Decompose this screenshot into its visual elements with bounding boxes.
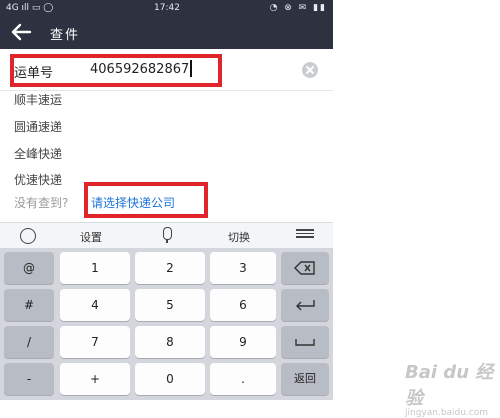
key-plus[interactable]: +: [60, 363, 130, 395]
space-key[interactable]: [281, 326, 329, 358]
suggestion-item[interactable]: 圆通速递: [0, 113, 333, 139]
backspace-key[interactable]: [281, 252, 329, 284]
suggestion-label: 顺丰速运: [14, 93, 63, 107]
backspace-icon: [294, 261, 315, 275]
watermark: Bai du 经验 jingyan.baidu.com: [405, 358, 500, 418]
microphone-stem: [166, 239, 168, 243]
highlight-box-courier: [84, 182, 208, 218]
key-minus[interactable]: -: [4, 363, 54, 395]
suggestion-item[interactable]: 全峰快递: [0, 140, 333, 166]
suggestion-item[interactable]: 顺丰速运: [0, 86, 333, 112]
emoji-icon[interactable]: [20, 228, 36, 244]
space-icon: [295, 339, 315, 346]
key-9[interactable]: 9: [210, 326, 276, 358]
key-6[interactable]: 6: [210, 289, 276, 321]
status-time: 17:42: [154, 3, 180, 13]
key-5[interactable]: 5: [135, 289, 205, 321]
status-right: ◔ ⊗ ✉ ▮▮: [269, 3, 327, 13]
key-1[interactable]: 1: [60, 252, 130, 284]
app-bar: 查件: [0, 16, 333, 49]
clear-icon[interactable]: [302, 62, 318, 78]
suggestion-label: 优速快递: [14, 173, 63, 187]
key-at[interactable]: @: [4, 252, 54, 284]
return-key[interactable]: 返回: [281, 363, 329, 395]
status-bar: 4G ıll ▭ ◯ 17:42 ◔ ⊗ ✉ ▮▮: [0, 0, 333, 16]
keyboard-switch-button[interactable]: 切换: [228, 229, 250, 245]
key-0[interactable]: 0: [135, 363, 205, 395]
watermark-brand: Bai du 经验: [405, 362, 494, 409]
key-7[interactable]: 7: [60, 326, 130, 358]
key-8[interactable]: 8: [135, 326, 205, 358]
key-slash[interactable]: /: [4, 326, 54, 358]
key-dot[interactable]: .: [210, 363, 276, 395]
enter-key[interactable]: [281, 289, 329, 321]
watermark-url: jingyan.baidu.com: [405, 408, 489, 418]
key-2[interactable]: 2: [135, 252, 205, 284]
key-3[interactable]: 3: [210, 252, 276, 284]
status-left: 4G ıll ▭ ◯: [6, 3, 54, 13]
keyboard-toolbar: 设置 切换: [0, 222, 333, 249]
key-hash[interactable]: #: [4, 289, 54, 321]
highlight-box-tracking: [10, 54, 222, 87]
numeric-keyboard: @ 1 2 3 # 4 5 6 / 7 8 9 - + 0 . 返回: [0, 248, 333, 400]
enter-icon: [296, 300, 315, 311]
keyboard-settings-button[interactable]: 设置: [80, 229, 102, 245]
not-found-hint: 没有查到?: [14, 196, 69, 210]
phone-screen: 4G ıll ▭ ◯ 17:42 ◔ ⊗ ✉ ▮▮ 查件 运单号 4065926…: [0, 0, 333, 400]
keyboard-collapse-icon[interactable]: [296, 229, 314, 241]
suggestion-label: 全峰快递: [14, 147, 63, 161]
suggestion-label: 圆通速递: [14, 120, 63, 134]
back-arrow-icon[interactable]: [10, 22, 32, 42]
page-title: 查件: [50, 28, 81, 43]
key-4[interactable]: 4: [60, 289, 130, 321]
